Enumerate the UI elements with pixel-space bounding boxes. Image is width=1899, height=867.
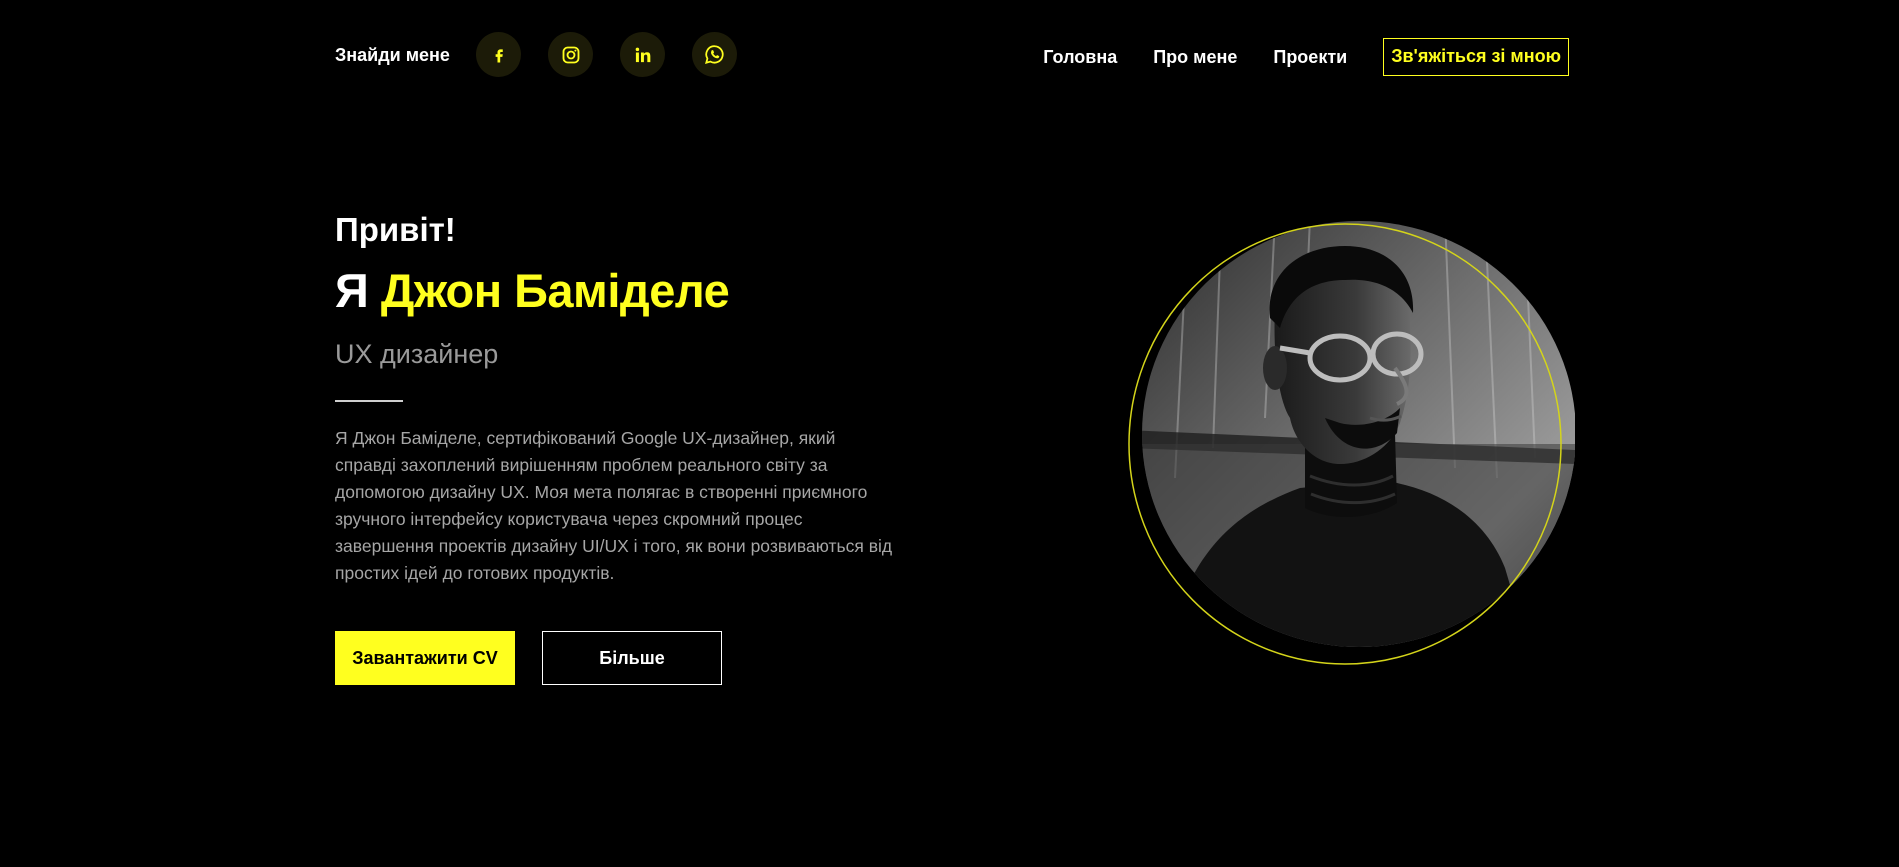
whatsapp-link[interactable]: [692, 32, 737, 77]
linkedin-link[interactable]: [620, 32, 665, 77]
role-title: UX дизайнер: [335, 339, 499, 369]
portrait-photo: [1128, 221, 1575, 665]
facebook-link[interactable]: [476, 32, 521, 77]
header: Знайди мене Головна Про мене Проекти Зв'…: [335, 32, 1569, 78]
linkedin-icon: [635, 47, 650, 62]
find-me-label: Знайди мене: [335, 45, 450, 65]
divider: [335, 400, 403, 402]
bio-text: Я Джон Баміделе, сертифікований Google U…: [335, 428, 893, 583]
facebook-icon: [495, 48, 503, 62]
person-name: Джон Баміделе: [380, 264, 730, 317]
nav-home[interactable]: Головна: [1043, 47, 1117, 68]
greeting: Привіт!: [335, 211, 456, 248]
hero-title: Я Джон Баміделе: [335, 263, 730, 318]
name-prefix: Я: [335, 264, 369, 317]
download-cv-button[interactable]: Завантажити CV: [335, 631, 515, 685]
instagram-icon: [562, 46, 579, 63]
social-links: [476, 32, 737, 77]
nav-projects[interactable]: Проекти: [1273, 47, 1347, 68]
more-button[interactable]: Більше: [542, 631, 722, 685]
contact-button[interactable]: Зв'яжіться зі мною: [1383, 38, 1569, 76]
page-container: Знайди мене Головна Про мене Проекти Зв'…: [335, 0, 1575, 867]
main-nav: Головна Про мене Проекти Зв'яжіться зі м…: [1043, 38, 1569, 76]
portrait: [1125, 218, 1575, 670]
whatsapp-icon: [705, 45, 724, 64]
instagram-link[interactable]: [548, 32, 593, 77]
nav-about[interactable]: Про мене: [1153, 47, 1237, 68]
